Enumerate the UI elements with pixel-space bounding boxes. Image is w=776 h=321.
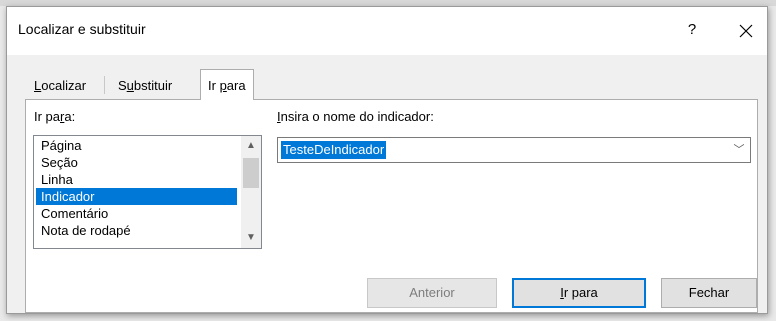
- go-to-what-list[interactable]: Página Seção Linha Indicador Comentário …: [33, 135, 262, 249]
- list-item-line[interactable]: Linha: [36, 171, 237, 188]
- tab-go-to[interactable]: Ir para: [200, 69, 254, 100]
- help-button[interactable]: ?: [675, 13, 709, 47]
- chevron-down-icon[interactable]: ﹀: [729, 139, 749, 161]
- close-dialog-button[interactable]: Fechar: [661, 278, 757, 308]
- list-item-bookmark[interactable]: Indicador: [36, 188, 237, 205]
- tab-go-to-mnemonic: p: [219, 78, 227, 93]
- find-replace-dialog: Localizar e substituir ? Localizar Subst…: [6, 6, 768, 314]
- list-scrollbar[interactable]: ▲ ▼: [241, 136, 261, 248]
- bookmark-name-combobox[interactable]: TesteDeIndicador ﹀: [277, 137, 751, 163]
- list-item-footnote[interactable]: Nota de rodapé: [36, 222, 237, 239]
- tab-divider: [104, 76, 105, 94]
- previous-button[interactable]: Anterior: [367, 278, 497, 308]
- close-icon: [739, 24, 753, 37]
- list-item-section[interactable]: Seção: [36, 154, 237, 171]
- close-button[interactable]: [727, 13, 765, 47]
- bookmark-name-value[interactable]: TesteDeIndicador: [281, 141, 387, 159]
- go-to-what-label: Ir para:: [34, 109, 76, 124]
- scroll-thumb[interactable]: [243, 158, 259, 188]
- scroll-down-icon[interactable]: ▼: [241, 230, 261, 246]
- tab-replace[interactable]: Substituir: [111, 73, 179, 99]
- tab-replace-mnemonic: u: [126, 78, 134, 93]
- scroll-up-icon[interactable]: ▲: [241, 138, 261, 154]
- go-to-button[interactable]: Ir para: [512, 278, 646, 308]
- tab-find[interactable]: Localizar: [27, 73, 93, 99]
- list-item-page[interactable]: Página: [36, 137, 237, 154]
- bookmark-name-label: Insira o nome do indicador:: [277, 109, 434, 124]
- title-bar: Localizar e substituir ?: [7, 7, 767, 55]
- dialog-title: Localizar e substituir: [18, 21, 146, 37]
- list-item-comment[interactable]: Comentário: [36, 205, 237, 222]
